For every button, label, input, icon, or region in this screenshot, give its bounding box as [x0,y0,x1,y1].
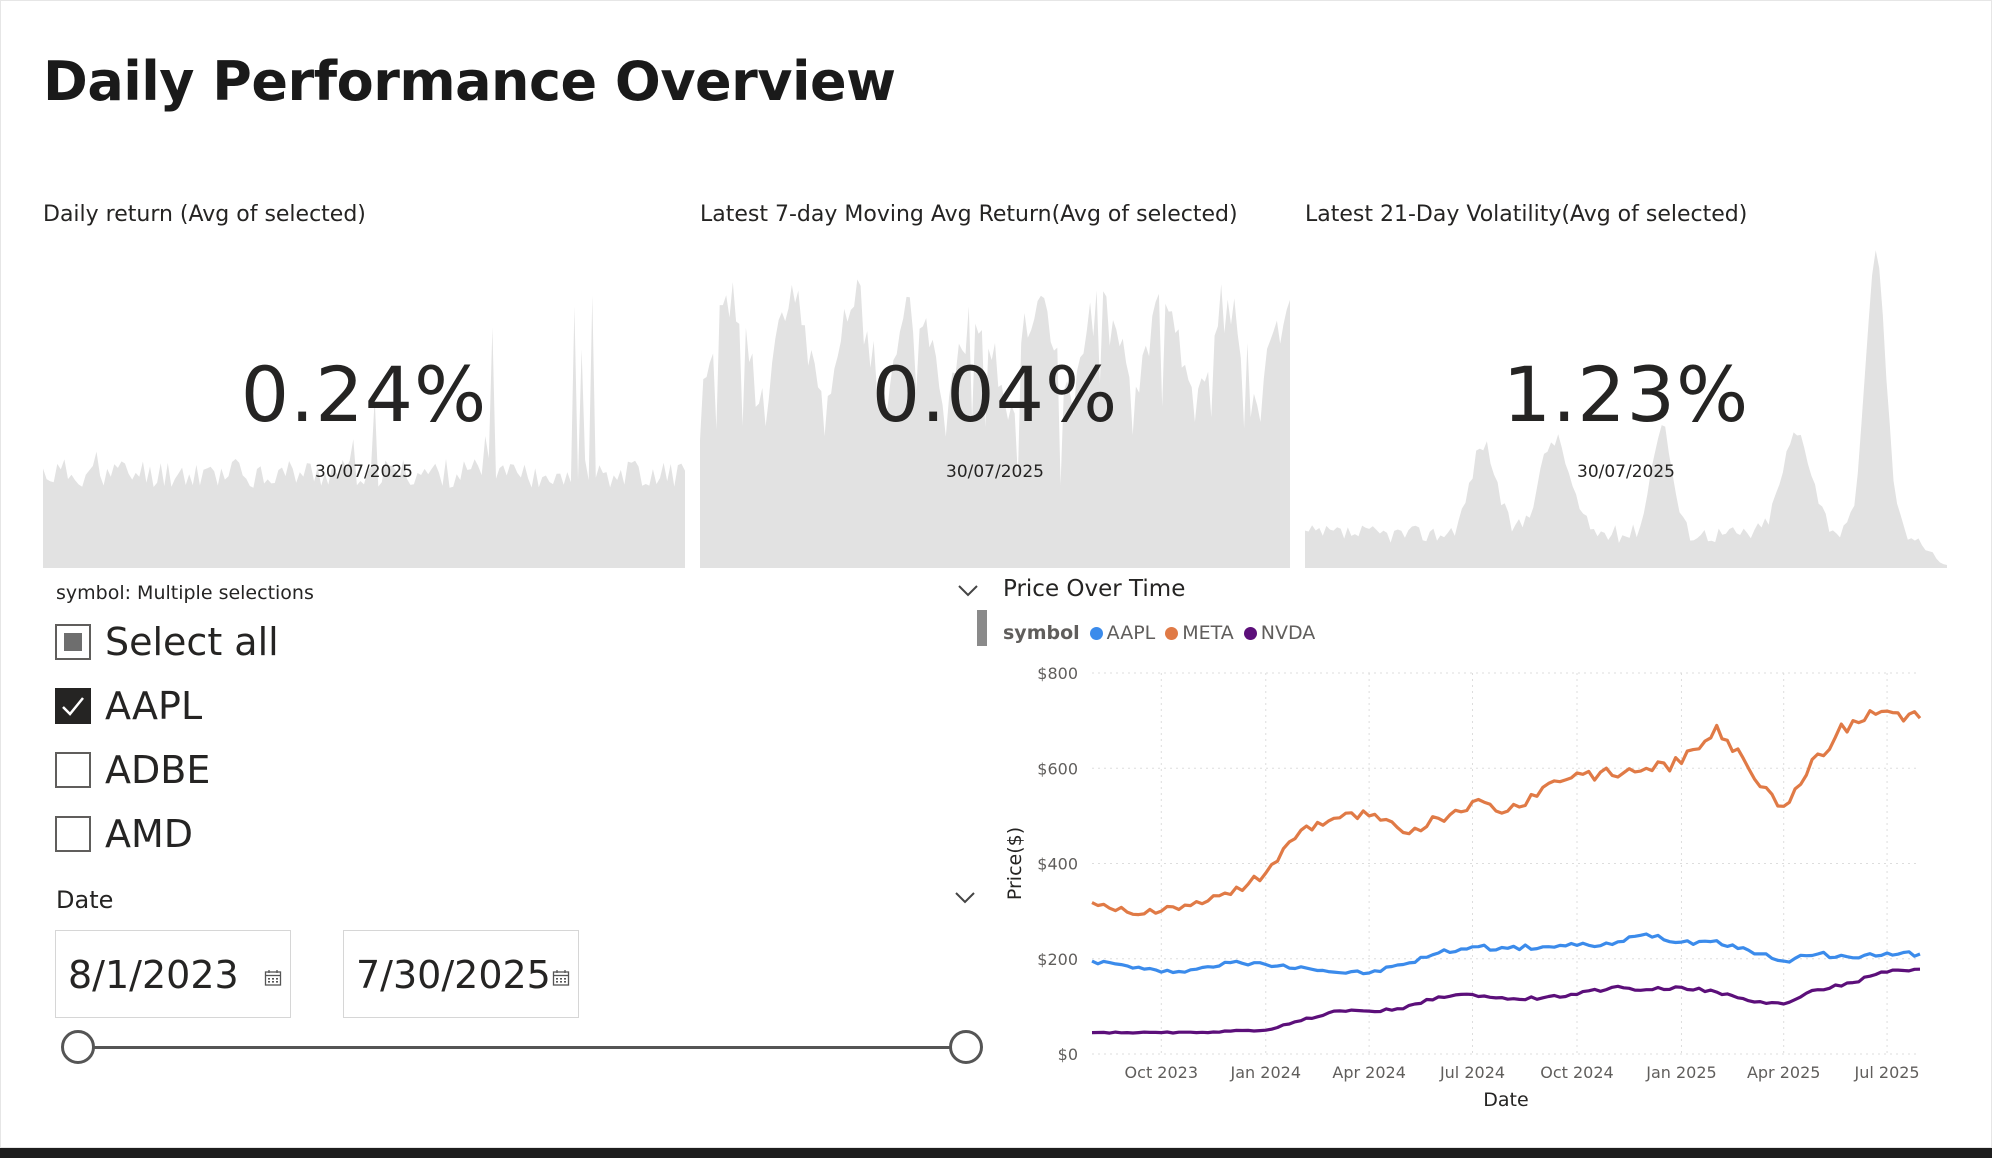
series-line-meta[interactable] [1091,709,1922,917]
calendar-icon[interactable] [264,969,282,987]
legend-item-aapl[interactable]: AAPL [1089,622,1156,644]
card-value: 0.04% [871,350,1119,439]
card-date: 30/07/2025 [1577,462,1675,482]
end-date-value: 7/30/2025 [356,953,551,997]
end-date-input[interactable]: 7/30/2025 [343,930,579,1018]
date-range-start-handle[interactable] [61,1030,95,1064]
legend-item-meta[interactable]: META [1165,622,1234,644]
y-tick-label: $800 [1037,664,1078,683]
bottom-bar [0,1148,1992,1158]
start-date-input[interactable]: 8/1/2023 [55,930,291,1018]
card-date: 30/07/2025 [946,462,1044,482]
x-tick-label: Jan 2024 [1230,1063,1301,1082]
y-tick-label: $200 [1037,950,1078,969]
checkbox-icon[interactable] [55,816,91,852]
slicer-item-select-all[interactable]: Select all [55,620,279,664]
checkbox-icon[interactable] [55,752,91,788]
date-slicer-label: Date [56,886,114,914]
chart-legend: symbol AAPL META NVDA [1003,622,1325,644]
y-tick-label: $600 [1037,759,1078,778]
date-range-end-handle[interactable] [949,1030,983,1064]
checkbox-checked-icon[interactable] [55,688,91,724]
x-tick-label: Jul 2024 [1439,1063,1505,1082]
page-title: Daily Performance Overview [43,50,896,113]
calendar-icon[interactable] [552,969,570,987]
slicer-item-amd[interactable]: AMD [55,812,194,856]
legend-label: NVDA [1260,622,1316,644]
y-tick-label: $0 [1058,1045,1078,1064]
checkbox-partial-icon[interactable] [55,624,91,660]
series-line-nvda[interactable] [1091,967,1921,1035]
slicer-item-label: Select all [105,620,279,664]
y-tick-label: $400 [1037,855,1078,874]
slicer-item-adbe[interactable]: ADBE [55,748,211,792]
card-date: 30/07/2025 [315,462,413,482]
card-title: Latest 21-Day Volatility(Avg of selected… [1305,202,1748,227]
legend-item-nvda[interactable]: NVDA [1243,622,1316,644]
kpi-card-7day-moving-avg[interactable]: Latest 7-day Moving Avg Return(Avg of se… [700,190,1290,568]
kpi-card-21day-volatility[interactable]: Latest 21-Day Volatility(Avg of selected… [1305,190,1947,568]
chevron-down-icon[interactable] [957,584,979,598]
y-axis-title: Price($) [1004,827,1026,900]
symbol-slicer-header: symbol: Multiple selections [56,582,314,604]
x-tick-label: Apr 2025 [1747,1063,1820,1082]
card-title: Latest 7-day Moving Avg Return(Avg of se… [700,202,1238,227]
slicer-item-aapl[interactable]: AAPL [55,684,203,728]
date-range-track[interactable] [78,1046,966,1049]
legend-scroll-indicator[interactable] [977,610,987,646]
x-tick-label: Apr 2024 [1332,1063,1405,1082]
slicer-item-label: AAPL [105,684,203,728]
price-over-time-chart[interactable]: $0 $200 $400 $600 $800 Oct 2023 Jan 2024 Apr 20… [1000,655,1940,1115]
card-value: 0.24% [240,350,488,439]
slicer-item-label: ADBE [105,748,211,792]
x-tick-label: Oct 2024 [1540,1063,1613,1082]
x-axis-title: Date [1483,1089,1528,1111]
x-tick-label: Oct 2023 [1125,1063,1198,1082]
card-title: Daily return (Avg of selected) [43,202,366,227]
series-line-aapl[interactable] [1091,932,1921,976]
x-tick-label: Jul 2025 [1854,1063,1920,1082]
kpi-card-daily-return[interactable]: Daily return (Avg of selected) 0.24% 30/… [43,190,685,568]
x-tick-label: Jan 2025 [1645,1063,1716,1082]
chevron-down-icon[interactable] [954,891,976,905]
chart-title: Price Over Time [1003,576,1186,602]
legend-label: AAPL [1106,622,1156,644]
card-value: 1.23% [1502,350,1750,439]
legend-title: symbol [1003,622,1080,644]
legend-label: META [1182,622,1234,644]
start-date-value: 8/1/2023 [68,953,239,997]
slicer-item-label: AMD [105,812,194,856]
